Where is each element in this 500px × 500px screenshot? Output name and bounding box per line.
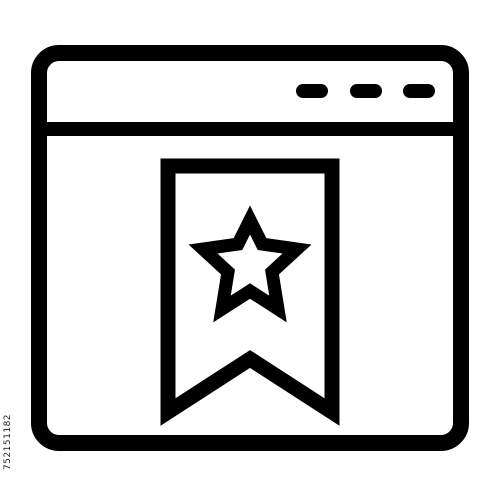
star-icon xyxy=(188,205,312,323)
browser-window-icon xyxy=(31,45,469,451)
window-dot-1 xyxy=(296,84,328,98)
window-dot-2 xyxy=(350,84,382,98)
icon-canvas: 752151182 xyxy=(0,0,500,500)
window-dot-3 xyxy=(403,84,435,98)
window-dots-icon xyxy=(296,84,435,98)
browser-bookmark-star-icon xyxy=(31,45,469,451)
watermark-id-text: 752151182 xyxy=(3,413,13,470)
